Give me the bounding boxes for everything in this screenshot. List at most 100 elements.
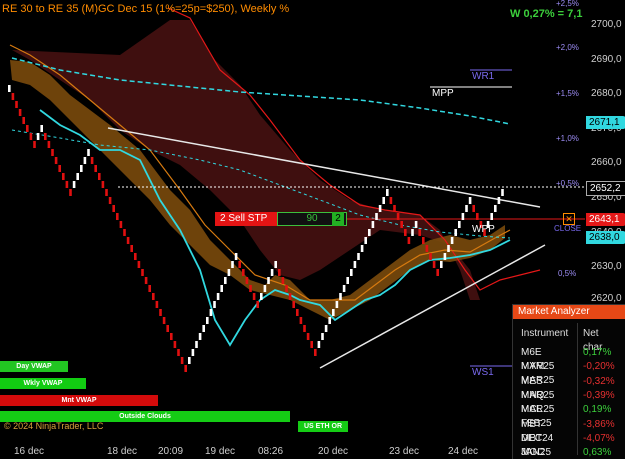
renko-brick <box>450 237 454 244</box>
renko-brick <box>252 293 256 300</box>
percent-label: +0,5% <box>556 179 579 188</box>
renko-brick <box>101 181 105 188</box>
renko-brick <box>234 253 238 260</box>
renko-brick <box>288 293 292 300</box>
renko-brick <box>94 165 97 172</box>
renko-brick <box>58 165 61 172</box>
renko-brick <box>396 213 400 220</box>
renko-brick <box>296 309 299 316</box>
renko-brick <box>155 301 159 308</box>
date-label: 23 dec <box>389 446 420 457</box>
renko-brick <box>404 229 407 236</box>
renko-brick <box>335 301 339 308</box>
renko-brick <box>378 205 382 212</box>
renko-brick <box>382 197 385 204</box>
close-label: CLOSE <box>554 224 582 233</box>
price-tag-cyan: 2638,0 <box>586 231 625 244</box>
market-analyzer-panel[interactable]: Market Analyzer Instrument Net char M6E … <box>512 304 625 459</box>
renko-brick <box>162 317 166 324</box>
renko-brick <box>170 333 173 340</box>
percent-label: +2,0% <box>556 43 579 52</box>
renko-brick <box>501 189 504 196</box>
renko-brick <box>386 189 389 196</box>
close-order-icon[interactable]: ✕ <box>563 213 575 225</box>
renko-brick <box>231 261 234 268</box>
renko-brick <box>40 125 43 132</box>
sell-stop-order[interactable]: 2 Sell STP 90 2 <box>215 212 347 226</box>
renko-brick <box>364 237 367 244</box>
weekly-vwap-bar: Wkly VWAP <box>0 378 86 389</box>
renko-brick <box>116 213 119 220</box>
renko-brick <box>33 141 36 148</box>
renko-brick <box>148 285 151 292</box>
renko-brick <box>281 277 285 284</box>
renko-brick <box>209 309 213 316</box>
column-instrument[interactable]: Instrument <box>521 327 568 341</box>
renko-brick <box>198 333 202 340</box>
renko-brick <box>443 253 447 260</box>
chart-window[interactable]: RE 30 to RE 35 (M)GC Dec 15 (1%=25p=$250… <box>0 0 625 459</box>
renko-brick <box>184 365 187 372</box>
renko-brick <box>299 317 303 324</box>
copyright-label: © 2024 NinjaTrader, LLC <box>4 421 104 431</box>
net-change-cell: -0,39% <box>583 389 615 401</box>
price-tag-wr1: 2671,1 <box>586 116 625 129</box>
renko-brick <box>317 341 321 348</box>
renko-brick <box>36 133 40 140</box>
renko-brick <box>332 309 335 316</box>
price-tag-current: 2652,2 <box>586 181 625 196</box>
renko-brick <box>83 157 87 164</box>
renko-brick <box>47 141 51 148</box>
renko-brick <box>206 317 209 324</box>
renko-brick <box>224 277 227 284</box>
net-change-cell: -0,20% <box>583 361 615 373</box>
renko-brick <box>342 285 346 292</box>
renko-brick <box>249 285 252 292</box>
renko-brick <box>87 149 90 156</box>
renko-brick <box>242 269 245 276</box>
renko-brick <box>278 269 281 276</box>
renko-brick <box>152 293 155 300</box>
renko-brick <box>461 213 465 220</box>
renko-brick <box>29 133 33 140</box>
renko-brick <box>227 269 231 276</box>
renko-brick <box>400 221 403 228</box>
renko-brick <box>371 221 375 228</box>
date-label: 16 dec <box>14 446 45 457</box>
renko-brick <box>8 85 11 92</box>
renko-brick <box>458 221 461 228</box>
date-label: 20 dec <box>318 446 349 457</box>
renko-brick <box>468 197 472 204</box>
renko-brick <box>375 213 378 220</box>
renko-brick <box>310 341 313 348</box>
renko-brick <box>44 133 47 140</box>
renko-brick <box>144 277 148 284</box>
renko-brick <box>54 157 58 164</box>
net-change-cell: 0,19% <box>583 404 612 416</box>
renko-brick <box>123 229 126 236</box>
order-count-badge[interactable]: 2 <box>332 212 344 226</box>
net-change-cell: -0,32% <box>583 375 615 387</box>
renko-brick <box>62 173 65 180</box>
renko-brick <box>80 165 83 172</box>
date-label: 20:09 <box>158 446 184 457</box>
renko-brick <box>180 357 184 364</box>
renko-brick <box>15 101 18 108</box>
mpp-label: MPP <box>432 88 454 99</box>
price-axis-label: 2620,0 <box>591 293 622 304</box>
renko-brick <box>389 197 393 204</box>
renko-brick <box>126 237 130 244</box>
price-axis-label: 2680,0 <box>591 88 622 99</box>
renko-brick <box>90 157 94 164</box>
renko-brick <box>98 173 101 180</box>
renko-brick <box>76 173 79 180</box>
renko-brick <box>497 197 501 204</box>
renko-brick <box>105 189 108 196</box>
renko-brick <box>137 261 141 268</box>
market-analyzer-title[interactable]: Market Analyzer <box>513 305 625 319</box>
date-label: 24 dec <box>448 446 479 457</box>
renko-brick <box>411 229 414 236</box>
net-change-cell: 0,17% <box>583 347 612 358</box>
sell-stop-label[interactable]: 2 Sell STP <box>215 212 277 226</box>
renko-brick <box>429 253 432 260</box>
